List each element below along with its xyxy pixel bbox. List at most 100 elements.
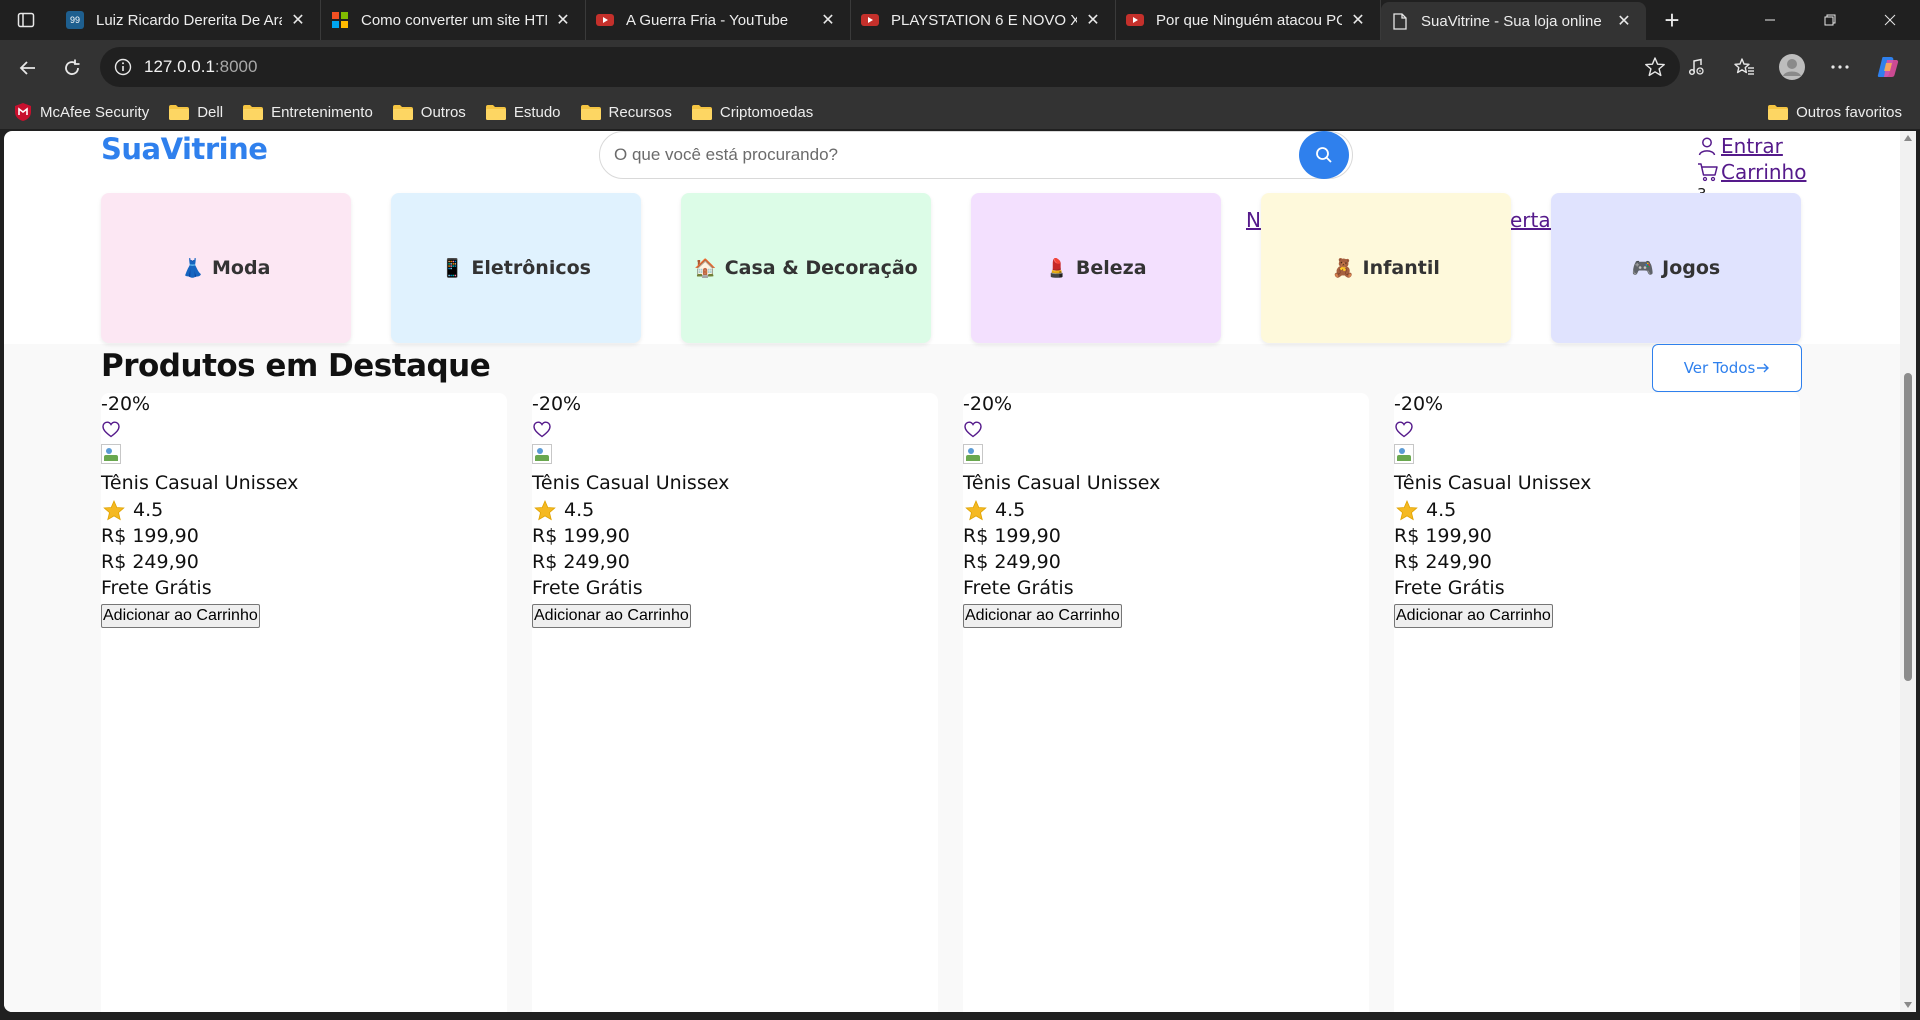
cart-icon [1698,163,1718,182]
favorite-star-icon[interactable] [1644,56,1666,83]
product-price: R$ 199,90 [1394,525,1492,547]
bookmark-folder-dell[interactable]: Dell [169,104,223,121]
phone-icon: 📱 [441,257,464,279]
product-card[interactable]: -20% Tênis Casual Unissex 4.5 R$ 199,90 … [101,393,507,1012]
teddy-bear-icon: 🧸 [1332,257,1355,279]
shipping-info: Frete Grátis [963,577,1074,599]
avatar-icon [1779,54,1805,80]
folder-icon [243,104,264,120]
youtube-favicon-icon [861,11,879,29]
scroll-up-arrow-icon[interactable] [1904,135,1912,141]
copilot-icon [1877,57,1899,77]
browser-tab[interactable]: Por que Ninguém atacou PORT ✕ [1116,0,1381,40]
star-icon [103,499,125,520]
reload-button[interactable] [50,48,94,88]
star-icon [534,499,556,520]
close-tab-icon[interactable]: ✕ [1348,10,1368,30]
category-card-moda[interactable]: 👗 Moda [101,193,351,343]
browser-tab-active[interactable]: SuaVitrine - Sua loja online ✕ [1381,2,1646,40]
shipping-info: Frete Grátis [101,577,212,599]
tab-title: A Guerra Fria - YouTube [626,11,789,29]
site-info-icon[interactable] [114,58,132,76]
wishlist-heart-icon[interactable] [533,421,551,442]
bookmark-label: Outros [420,103,466,121]
scroll-down-arrow-icon[interactable] [1904,1002,1912,1008]
back-button[interactable] [6,48,50,88]
scrollbar-thumb[interactable] [1904,373,1912,681]
wishlist-heart-icon[interactable] [964,421,982,442]
discount-badge: -20% [1394,393,1444,415]
bookmark-folder-entretenimento[interactable]: Entretenimento [243,104,373,121]
add-to-cart-button[interactable]: Adicionar ao Carrinho [1394,604,1553,628]
bookmark-label: Recursos [608,103,672,121]
minimize-icon [1765,19,1775,21]
add-to-cart-button[interactable]: Adicionar ao Carrinho [101,604,260,628]
cart-link[interactable]: Carrinho [1697,159,1806,185]
product-card[interactable]: -20% Tênis Casual Unissex 4.5 R$ 199,90 … [532,393,938,1012]
address-bar: 127.0.0.1:8000 [0,40,1920,95]
tab-actions-button[interactable] [6,0,46,40]
close-tab-icon[interactable]: ✕ [1614,11,1634,31]
product-card[interactable]: -20% Tênis Casual Unissex 4.5 R$ 199,90 … [1394,393,1800,1012]
new-tab-button[interactable]: + [1654,2,1690,38]
category-card-infantil[interactable]: 🧸 Infantil [1261,193,1511,343]
other-favorites-label: Outros favoritos [1796,103,1902,121]
discount-badge: -20% [101,393,151,415]
favorites-button[interactable] [1722,47,1766,87]
profile-button[interactable] [1770,47,1814,87]
product-rating: 4.5 [103,499,163,521]
wishlist-heart-icon[interactable] [102,421,120,442]
page-scrollbar[interactable] [1900,131,1916,1012]
copilot-button[interactable] [1866,47,1910,87]
tab-title: PLAYSTATION 6 E NOVO XBOX [891,11,1077,29]
close-tab-icon[interactable]: ✕ [288,10,308,30]
close-tab-icon[interactable]: ✕ [1083,10,1103,30]
product-card[interactable]: -20% Tênis Casual Unissex 4.5 R$ 199,90 … [963,393,1369,1012]
browser-tab[interactable]: Como converter um site HTML ✕ [321,0,586,40]
browser-tab[interactable]: PLAYSTATION 6 E NOVO XBOX ✕ [851,0,1116,40]
product-old-price: R$ 249,90 [1394,551,1492,573]
media-control-button[interactable] [1674,47,1718,87]
bookmark-folder-criptomoedas[interactable]: Criptomoedas [691,104,813,121]
category-card-casa-decoracao[interactable]: 🏠 Casa & Decoração [681,193,931,343]
add-to-cart-button[interactable]: Adicionar ao Carrinho [963,604,1122,628]
restore-button[interactable] [1800,0,1860,40]
add-to-cart-button[interactable]: Adicionar ao Carrinho [532,604,691,628]
rating-value: 4.5 [133,499,164,521]
product-old-price: R$ 249,90 [963,551,1061,573]
close-window-button[interactable] [1860,0,1920,40]
browser-toolbar [1674,47,1910,87]
browser-tab[interactable]: 99 Luiz Ricardo Dererita De Ara ✕ [56,0,321,40]
product-name: Tênis Casual Unissex [963,472,1161,494]
site-logo[interactable]: SuaVitrine [101,132,268,166]
see-all-button[interactable]: Ver Todos [1652,344,1802,392]
bookmark-folder-estudo[interactable]: Estudo [485,104,561,121]
tab-title: Por que Ninguém atacou PORT [1156,11,1342,29]
tab-title: Como converter um site HTML [361,11,547,29]
folder-icon [691,104,712,120]
browser-tab[interactable]: A Guerra Fria - YouTube ✕ [586,0,851,40]
login-link[interactable]: Entrar [1697,133,1806,159]
minimize-button[interactable] [1740,0,1800,40]
close-tab-icon[interactable]: ✕ [818,10,838,30]
search-input[interactable]: O que você está procurando? [599,131,1353,179]
youtube-favicon-icon [1126,11,1144,29]
product-price: R$ 199,90 [963,525,1061,547]
bookmark-folder-recursos[interactable]: Recursos [580,103,672,121]
more-options-button[interactable] [1818,47,1862,87]
close-tab-icon[interactable]: ✕ [553,10,573,30]
page-favicon-icon [1391,12,1409,30]
user-icon [1698,137,1716,156]
other-favorites[interactable]: Outros favoritos [1768,95,1902,129]
category-card-eletronicos[interactable]: 📱 Eletrônicos [391,193,641,343]
search-button[interactable] [1299,131,1349,179]
product-price: R$ 199,90 [532,525,630,547]
category-card-beleza[interactable]: 💄 Beleza [971,193,1221,343]
wishlist-heart-icon[interactable] [1395,421,1413,442]
bookmark-mcafee[interactable]: McAfee Security [14,102,149,122]
broken-image-icon [1394,444,1414,464]
folder-icon [485,104,506,120]
category-card-jogos[interactable]: 🎮 Jogos [1551,193,1801,343]
bookmark-folder-outros[interactable]: Outros [392,103,466,121]
url-field[interactable]: 127.0.0.1:8000 [100,47,1680,87]
